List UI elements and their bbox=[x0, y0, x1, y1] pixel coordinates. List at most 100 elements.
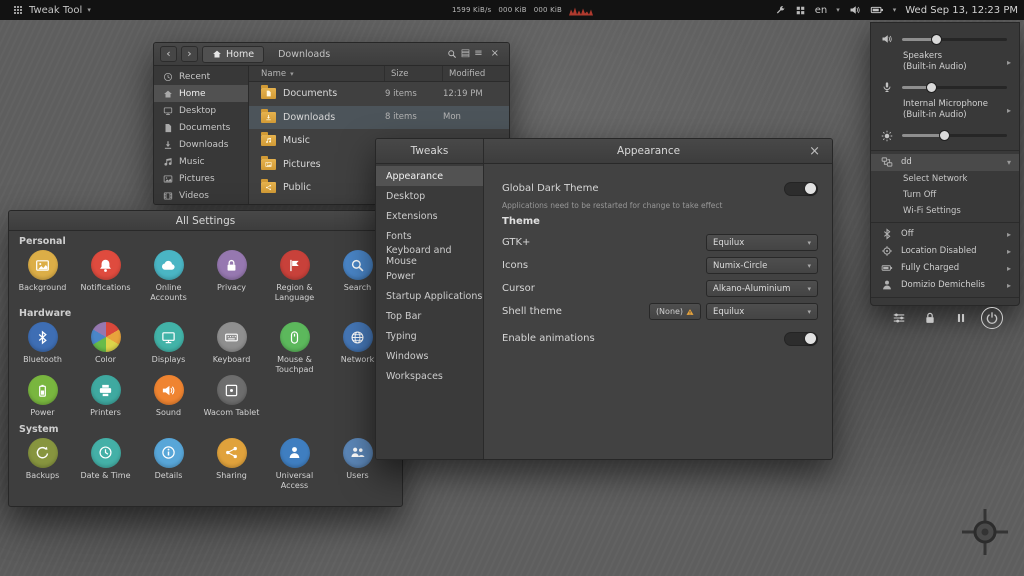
settings-tile-mouse-touchpad[interactable]: Mouse & Touchpad bbox=[263, 322, 326, 374]
sidebar-item-pictures[interactable]: Pictures bbox=[154, 170, 248, 187]
screen-crosshair-icon[interactable] bbox=[962, 509, 1008, 555]
settings-tile-date-time[interactable]: Date & Time bbox=[74, 437, 137, 490]
tweaks-item-typing[interactable]: Typing bbox=[376, 326, 483, 346]
tweaks-item-startup-applications[interactable]: Startup Applications bbox=[376, 286, 483, 306]
tweaks-item-appearance[interactable]: Appearance bbox=[376, 166, 483, 186]
grid-indicator-icon[interactable] bbox=[795, 5, 806, 16]
settings-tile-details[interactable]: Details bbox=[137, 437, 200, 490]
menu-icon[interactable]: ≡ bbox=[474, 49, 482, 59]
settings-tile-sound[interactable]: Sound bbox=[137, 375, 200, 418]
settings-tile-background[interactable]: Background bbox=[11, 250, 74, 302]
settings-tile-sharing[interactable]: Sharing bbox=[200, 437, 263, 490]
power-icon bbox=[27, 375, 58, 406]
brightness-slider[interactable] bbox=[902, 130, 1007, 141]
tweaks-item-top-bar[interactable]: Top Bar bbox=[376, 306, 483, 326]
column-size[interactable]: Size bbox=[385, 66, 443, 81]
settings-button[interactable] bbox=[888, 307, 910, 329]
tweaks-item-windows[interactable]: Windows bbox=[376, 346, 483, 366]
sidebar-item-recent[interactable]: Recent bbox=[154, 68, 248, 85]
settings-tile-online-accounts[interactable]: Online Accounts bbox=[137, 250, 200, 302]
user-menu-item[interactable]: Domizio Demichelis ▸ bbox=[871, 277, 1019, 294]
settings-tile-region-language[interactable]: Region & Language bbox=[263, 250, 326, 302]
power-button[interactable] bbox=[980, 306, 1003, 329]
output-device-item[interactable]: Speakers (Built-in Audio) ▸ bbox=[871, 50, 1019, 75]
turn-off-item[interactable]: Turn Off bbox=[871, 187, 1019, 203]
dropdown-value: Alkano-Aluminium bbox=[713, 283, 791, 294]
sidebar-item-desktop[interactable]: Desktop bbox=[154, 102, 248, 119]
settings-tile-notifications[interactable]: Notifications bbox=[74, 250, 137, 302]
tools-indicator-icon[interactable] bbox=[775, 5, 786, 16]
tweaks-item-power[interactable]: Power bbox=[376, 266, 483, 286]
sidebar-item-home[interactable]: Home bbox=[154, 85, 248, 102]
gtk-theme-dropdown[interactable]: Equilux ▾ bbox=[706, 234, 818, 251]
tweaks-item-fonts[interactable]: Fonts bbox=[376, 226, 483, 246]
clock[interactable]: Wed Sep 13, 12:23 PM bbox=[905, 5, 1018, 16]
volume-icon[interactable] bbox=[849, 4, 861, 16]
settings-tile-universal-access[interactable]: Universal Access bbox=[263, 437, 326, 490]
battery-menu-item[interactable]: Fully Charged ▸ bbox=[871, 260, 1019, 277]
sidebar-item-music[interactable]: Music bbox=[154, 153, 248, 170]
enable-animations-switch[interactable] bbox=[784, 331, 818, 346]
input-device-item[interactable]: Internal Microphone (Built-in Audio) ▸ bbox=[871, 98, 1019, 123]
settings-tile-privacy[interactable]: Privacy bbox=[200, 250, 263, 302]
tab-downloads[interactable]: Downloads bbox=[268, 46, 340, 63]
forward-button[interactable]: › bbox=[181, 46, 198, 62]
global-dark-theme-switch[interactable] bbox=[784, 181, 818, 196]
column-label: Modified bbox=[449, 68, 486, 79]
mic-slider[interactable] bbox=[902, 81, 1007, 93]
keyboard-layout-indicator[interactable]: en bbox=[815, 5, 828, 16]
settings-tile-keyboard[interactable]: Keyboard bbox=[200, 322, 263, 374]
battery-icon[interactable] bbox=[870, 3, 884, 17]
volume-icon bbox=[881, 33, 893, 45]
section-personal: Background Notifications Online Accounts… bbox=[9, 250, 402, 303]
system-monitor-applet[interactable]: 1599 KiB/s 000 KiB 000 KiB bbox=[452, 0, 594, 20]
app-menu[interactable]: Tweak Tool ▾ bbox=[6, 0, 97, 20]
wifi-settings-item[interactable]: Wi-Fi Settings bbox=[871, 203, 1019, 219]
chevron-down-icon: ▾ bbox=[807, 238, 811, 247]
settings-tile-printers[interactable]: Printers bbox=[74, 375, 137, 418]
sidebar-item-documents[interactable]: Documents bbox=[154, 119, 248, 136]
suspend-button[interactable] bbox=[950, 307, 972, 329]
network-menu-item[interactable]: dd ▾ bbox=[871, 153, 1019, 171]
settings-tile-wacom-tablet[interactable]: Wacom Tablet bbox=[200, 375, 263, 418]
brightness-slider-row bbox=[871, 124, 1019, 147]
sidebar-item-videos[interactable]: Videos bbox=[154, 187, 248, 204]
microphone-icon bbox=[881, 81, 893, 93]
search-icon[interactable] bbox=[447, 49, 457, 59]
tweaks-item-desktop[interactable]: Desktop bbox=[376, 186, 483, 206]
file-row-downloads[interactable]: Downloads 8 items Mon bbox=[249, 105, 509, 129]
tweaks-item-keyboard-mouse[interactable]: Keyboard and Mouse bbox=[376, 245, 483, 267]
tweaks-item-workspaces[interactable]: Workspaces bbox=[376, 366, 483, 386]
chevron-right-icon: ▸ bbox=[1006, 263, 1011, 273]
tab-home[interactable]: Home bbox=[202, 45, 265, 63]
settings-tile-power[interactable]: Power bbox=[11, 375, 74, 418]
column-modified[interactable]: Modified bbox=[443, 66, 509, 81]
lock-button[interactable] bbox=[919, 307, 941, 329]
sidebar-item-downloads[interactable]: Downloads bbox=[154, 136, 248, 153]
close-button[interactable]: × bbox=[805, 145, 824, 158]
close-button[interactable]: × bbox=[487, 49, 503, 59]
settings-tile-color[interactable]: Color bbox=[74, 322, 137, 374]
location-menu-item[interactable]: Location Disabled ▸ bbox=[871, 243, 1019, 260]
tile-label: Sharing bbox=[216, 470, 247, 480]
person-icon bbox=[279, 437, 310, 468]
select-network-item[interactable]: Select Network bbox=[871, 171, 1019, 187]
column-name[interactable]: Name ▾ bbox=[249, 66, 385, 81]
volume-slider[interactable] bbox=[902, 33, 1007, 45]
file-size: 8 items bbox=[385, 112, 417, 123]
shell-theme-dropdown[interactable]: Equilux ▾ bbox=[706, 303, 818, 320]
settings-tile-bluetooth[interactable]: Bluetooth bbox=[11, 322, 74, 374]
bluetooth-menu-item[interactable]: Off ▸ bbox=[871, 226, 1019, 243]
global-dark-theme-label: Global Dark Theme bbox=[502, 183, 599, 194]
tweaks-item-extensions[interactable]: Extensions bbox=[376, 206, 483, 226]
back-button[interactable]: ‹ bbox=[160, 46, 177, 62]
icon-theme-dropdown[interactable]: Numix-Circle ▾ bbox=[706, 257, 818, 274]
view-toggle-icon[interactable]: ▤ bbox=[461, 49, 470, 59]
settings-tile-backups[interactable]: Backups bbox=[11, 437, 74, 490]
cursor-theme-dropdown[interactable]: Alkano-Aluminium ▾ bbox=[706, 280, 818, 297]
settings-tile-displays[interactable]: Displays bbox=[137, 322, 200, 374]
shell-theme-none-button[interactable]: (None) bbox=[649, 303, 701, 320]
system-status-menu: Speakers (Built-in Audio) ▸ Internal Mic… bbox=[870, 22, 1020, 329]
file-row-documents[interactable]: Documents 9 items 12:19 PM bbox=[249, 82, 509, 106]
net-up-total: 000 KiB bbox=[533, 6, 563, 14]
